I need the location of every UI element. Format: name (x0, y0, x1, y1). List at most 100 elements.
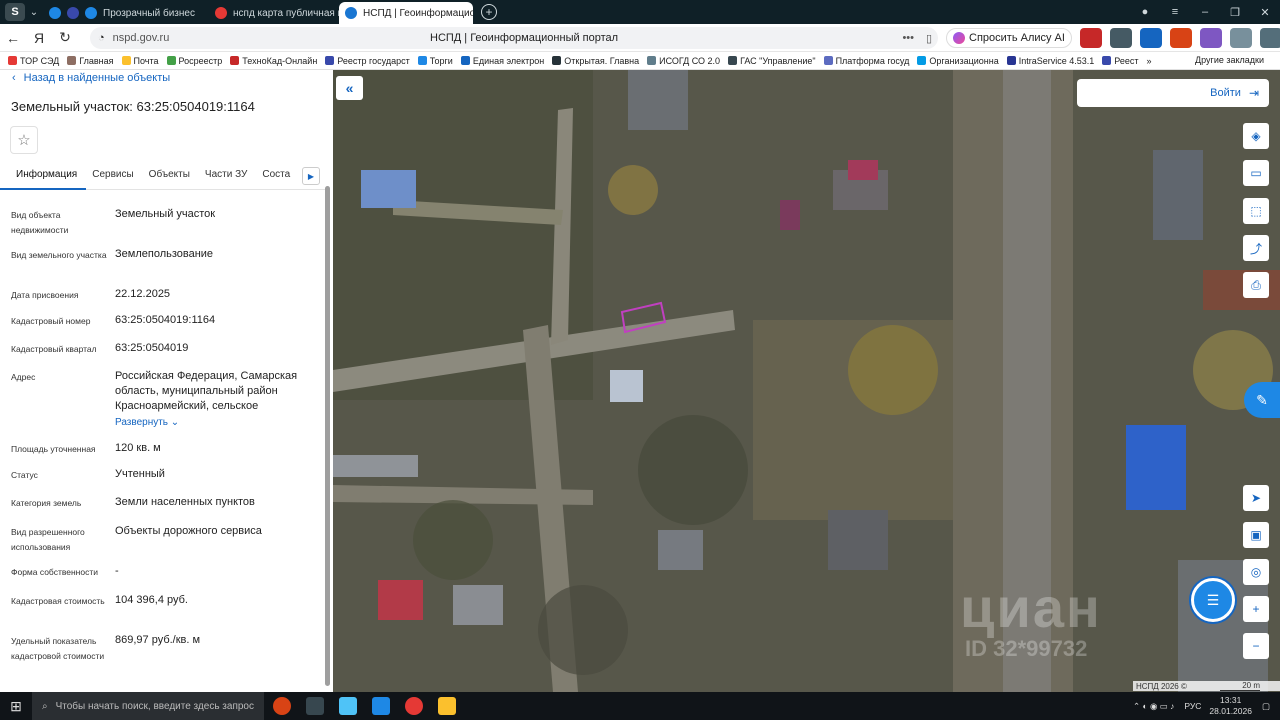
chevron-down-icon[interactable]: ⌄ (25, 7, 43, 18)
download-icon[interactable] (1260, 28, 1280, 48)
bookmark-item[interactable]: ТехноКад-Онлайн (230, 56, 317, 66)
back-arrow-icon[interactable]: ← (0, 30, 26, 46)
bookmark-item[interactable]: Почта (121, 55, 159, 66)
other-bookmarks[interactable]: Другие закладки (1195, 55, 1264, 65)
bookmark-item[interactable]: Торги (417, 56, 453, 66)
bookmark-item[interactable]: Открытая. Главна (552, 56, 639, 66)
bookmark-favicon-icon (917, 56, 927, 65)
url-field[interactable]: ◔ nspd.gov.ru НСПД | Геоинформационный п… (90, 27, 938, 49)
extension-icon[interactable] (1080, 28, 1102, 48)
tab-objects[interactable]: Объекты (143, 163, 199, 190)
tabs-scroll-right-icon[interactable]: ▶ (302, 167, 320, 185)
pinned-tab-shield[interactable] (61, 2, 79, 24)
taskbar-app[interactable] (300, 693, 330, 719)
favorite-star-icon[interactable]: ☆ (10, 126, 38, 154)
bookmark-item[interactable]: Реест (1102, 56, 1139, 66)
map-imagery (333, 70, 1280, 692)
site-info-icon[interactable]: ◔ (98, 32, 105, 44)
browser-tab-active[interactable]: НСПД | Геоинформацио ✕ (339, 2, 473, 24)
mail-icon (49, 7, 61, 19)
info-label: Статус (11, 470, 38, 480)
collapse-panel-button[interactable]: « (336, 76, 363, 100)
reload-icon[interactable]: ↻ (52, 29, 78, 46)
menu-icon[interactable]: ≡ (1160, 6, 1190, 18)
minimize-icon[interactable]: – (1190, 6, 1220, 18)
minimap-button[interactable]: ▣ (1243, 522, 1269, 548)
bookmark-item[interactable]: IntraService 4.53.1 (1006, 56, 1094, 66)
bookmark-item[interactable]: Платформа госуд (823, 56, 909, 66)
chat-button[interactable]: ☰ (1191, 578, 1235, 622)
zoom-out-button[interactable]: − (1243, 633, 1269, 659)
locate-button[interactable]: ➤ (1243, 485, 1269, 511)
bookmark-favicon-icon (1006, 56, 1016, 65)
taskbar-app[interactable] (267, 693, 297, 719)
bookmark-item[interactable]: Организационна (917, 56, 999, 66)
taskbar-search[interactable]: ⌕ Чтобы начать поиск, введите здесь запр… (32, 692, 264, 720)
info-value: 22.12.2025 (115, 288, 171, 300)
expand-link[interactable]: Развернуть ⌄ (115, 415, 315, 430)
language-indicator[interactable]: РУС (1184, 701, 1201, 711)
clock[interactable]: 13:31 28.01.2026 (1209, 695, 1252, 717)
windows-start-icon[interactable]: ⊞ (0, 698, 32, 715)
bookmark-label: ГАС "Управление" (740, 55, 816, 66)
tab-information[interactable]: Информация (0, 163, 87, 190)
info-value: 63:25:0504019:1164 (115, 314, 216, 326)
tab-composition[interactable]: Соста (256, 163, 299, 190)
extensions-bar (1080, 28, 1280, 48)
back-to-results-link[interactable]: ‹ Назад в найденные объекты (12, 72, 170, 84)
new-tab-button[interactable]: + (481, 4, 497, 20)
extension-icon[interactable] (1170, 28, 1192, 48)
taskbar-app[interactable] (333, 693, 363, 719)
extension-icon[interactable] (1110, 28, 1132, 48)
bookmark-item[interactable]: Главная (67, 56, 114, 66)
bookmark-item[interactable]: ИСОГД СО 2.0 (647, 56, 720, 66)
more-icon[interactable]: ••• (902, 32, 914, 44)
bookmark-item[interactable]: Единая электрон (460, 56, 544, 66)
browser-tab[interactable]: нспд карта публичная кад (209, 2, 339, 24)
browser-logo-icon[interactable]: S (5, 3, 25, 21)
tree-canopy (538, 585, 628, 675)
extension-icon[interactable] (1140, 28, 1162, 48)
alice-button[interactable]: Спросить Алису AI (946, 28, 1072, 48)
bookmark-icon[interactable]: ▯ (926, 32, 932, 45)
extension-icon[interactable] (1200, 28, 1222, 48)
bookmarks-overflow-button[interactable]: » (1147, 56, 1152, 66)
profile-icon[interactable]: ● (1130, 6, 1160, 18)
tray-icons[interactable]: ⌃ ◐ ◉ ▭ ♪ (1133, 701, 1174, 712)
notifications-icon[interactable]: ▢ (1262, 701, 1270, 712)
taskbar-app[interactable] (432, 693, 462, 719)
restore-icon[interactable]: ❐ (1220, 6, 1250, 19)
bookmark-favicon-icon (823, 56, 833, 65)
tab-parts[interactable]: Части ЗУ (199, 163, 256, 190)
taskbar-app[interactable] (399, 693, 429, 719)
assistant-badge[interactable]: ✎ (1244, 382, 1280, 418)
panel-scrollbar[interactable] (325, 186, 330, 686)
bookmark-item[interactable]: Росреестр (166, 56, 222, 66)
login-button[interactable]: Войти ⇥ (1077, 79, 1269, 107)
extension-icon[interactable] (1230, 28, 1252, 48)
measure-button[interactable]: ▭ (1243, 160, 1269, 186)
browser-tab[interactable]: Прозрачный бизнес (79, 2, 209, 24)
info-label: Площадь уточненная (11, 444, 96, 454)
pinned-tab-mail[interactable] (43, 2, 61, 24)
zoom-in-button[interactable]: + (1243, 596, 1269, 622)
bookmark-label: Почта (133, 55, 159, 66)
assistant-icon: ✎ (1256, 391, 1268, 408)
bookmark-item[interactable]: ГАС "Управление" (728, 56, 816, 66)
yandex-icon[interactable]: Я (26, 30, 52, 46)
bookmark-item[interactable]: ТОР СЭД (8, 56, 59, 66)
print-button[interactable]: ⎙ (1243, 272, 1269, 298)
bookmark-item[interactable]: Реестр государст (325, 56, 410, 66)
geo-button[interactable]: ◎ (1243, 559, 1269, 585)
satellite-map[interactable]: циан ID 32*99732 (333, 70, 1280, 692)
close-window-icon[interactable]: ✕ (1250, 6, 1280, 19)
taskbar-app[interactable] (366, 693, 396, 719)
info-value: 63:25:0504019 (115, 342, 189, 354)
bookmark-label: Открытая. Главна (564, 55, 640, 66)
info-value: Российская Федерация, Самарская область,… (115, 370, 298, 412)
share-button[interactable]: ⤴ (1243, 235, 1269, 261)
tab-services[interactable]: Сервисы (86, 163, 142, 190)
select-area-button[interactable]: ⬚ (1243, 198, 1269, 224)
layers-button[interactable]: ◈ (1243, 123, 1269, 149)
bookmark-favicon-icon (67, 56, 77, 65)
